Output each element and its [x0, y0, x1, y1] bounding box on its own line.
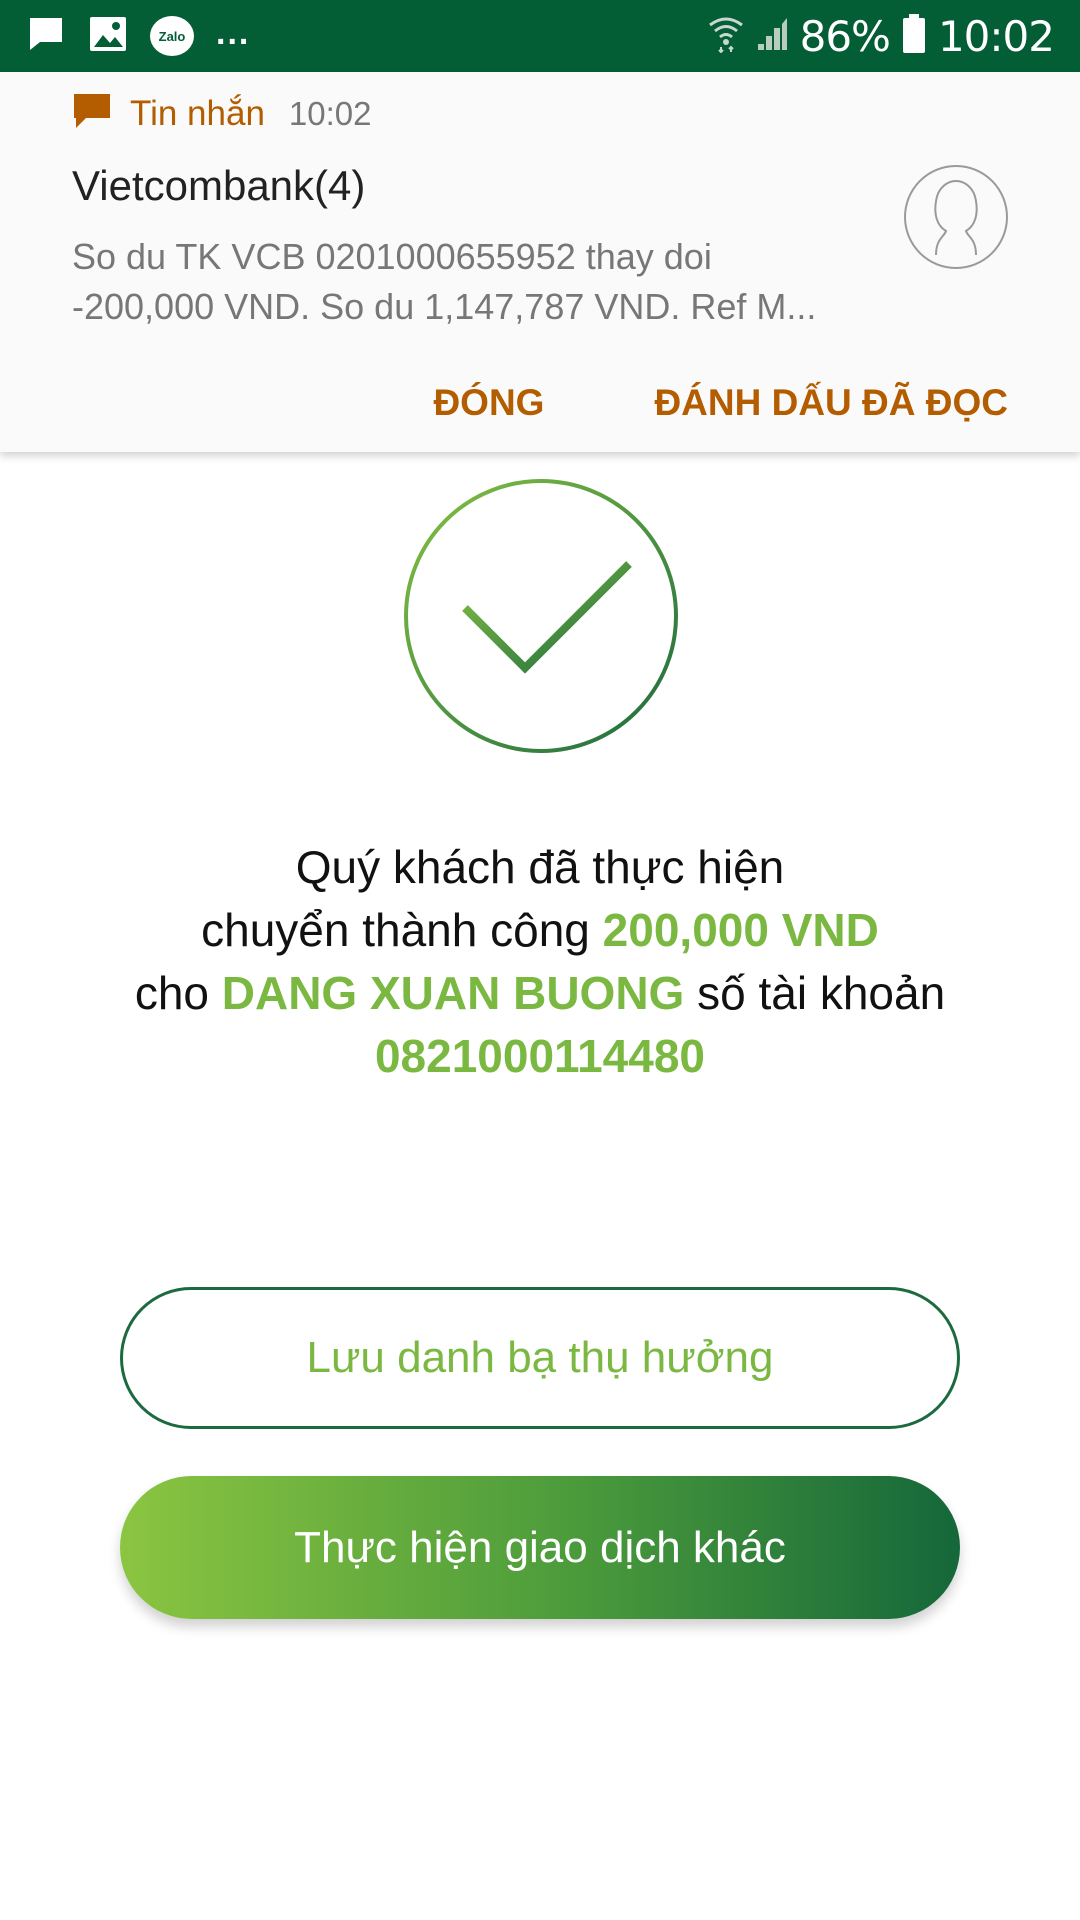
status-bar-notification-icons: Zalo ... — [26, 12, 250, 60]
status-bar: Zalo ... 86% 10:02 — [0, 0, 1080, 72]
account-number: 0821000114480 — [374, 1030, 706, 1082]
avatar — [904, 165, 1008, 269]
notification-sender: Vietcombank(4) — [72, 162, 366, 209]
notification-app-name: Tin nhắn — [130, 93, 265, 133]
zalo-icon: Zalo — [150, 16, 194, 56]
battery-percent: 86% — [799, 11, 891, 61]
mark-as-read-button[interactable]: ĐÁNH DẤU ĐÃ ĐỌC — [654, 382, 1008, 424]
clock: 10:02 — [937, 11, 1055, 61]
battery-icon — [902, 13, 926, 59]
wifi-icon — [708, 15, 744, 58]
transfer-amount: 200,000 VND — [602, 904, 879, 956]
notification-time: 10:02 — [288, 94, 372, 132]
notification-body-line-1: So du TK VCB 0201000655952 thay doi — [72, 236, 712, 277]
message-icon — [26, 14, 66, 59]
chat-bubble-icon — [72, 92, 112, 135]
notification-body-line-2: -200,000 VND. So du 1,147,787 VND. Ref M… — [72, 286, 817, 327]
notification-body: So du TK VCB 0201000655952 thay doi -200… — [72, 232, 872, 332]
status-bar-system-icons: 86% 10:02 — [708, 10, 1055, 62]
new-transaction-button[interactable]: Thực hiện giao dịch khác — [120, 1476, 960, 1619]
image-icon — [88, 15, 128, 58]
notification-actions: ĐÓNG ĐÁNH DẤU ĐÃ ĐỌC — [433, 382, 1008, 424]
signal-icon — [756, 16, 788, 57]
result-line-3: cho DANG XUAN BUONG số tài khoản — [0, 962, 1080, 1025]
transfer-result-message: Quý khách đã thực hiện chuyển thành công… — [0, 836, 1080, 1088]
success-check-icon — [403, 478, 679, 754]
result-line-2-text: chuyển thành công — [201, 904, 590, 956]
result-line-3-suffix: số tài khoản — [697, 967, 946, 1019]
notification-card[interactable]: Tin nhắn 10:02 Vietcombank(4) So du TK V… — [0, 72, 1080, 452]
more-icon: ... — [216, 13, 251, 52]
save-beneficiary-button[interactable]: Lưu danh bạ thụ hưởng — [120, 1287, 960, 1429]
close-button[interactable]: ĐÓNG — [433, 382, 544, 424]
recipient-name: DANG XUAN BUONG — [221, 967, 685, 1019]
result-line-2: chuyển thành công 200,000 VND — [0, 899, 1080, 962]
result-line-3-prefix: cho — [134, 967, 209, 1019]
result-line-1: Quý khách đã thực hiện — [295, 841, 785, 893]
notification-header: Tin nhắn 10:02 — [72, 92, 372, 135]
